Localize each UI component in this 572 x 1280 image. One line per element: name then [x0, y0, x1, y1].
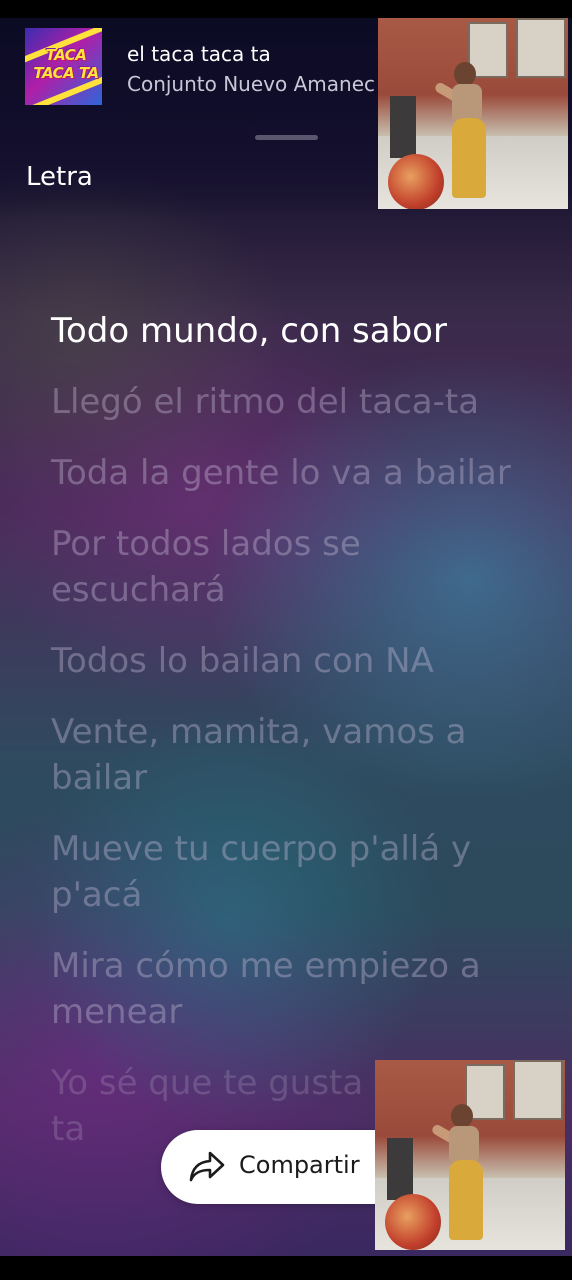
section-title: Letra: [26, 162, 93, 192]
lyric-line[interactable]: Todos lo bailan con NA: [51, 638, 521, 684]
video-stove: [387, 1138, 413, 1200]
song-title[interactable]: el taca taca ta: [127, 42, 271, 66]
video-overlay-bottom[interactable]: [375, 1060, 565, 1250]
video-person-head: [451, 1104, 473, 1128]
video-window: [516, 18, 566, 78]
album-art-text-2: TACA TA: [33, 64, 99, 82]
video-person-legs: [452, 118, 486, 198]
lyric-line[interactable]: Todo mundo, con sabor: [51, 308, 521, 354]
album-art[interactable]: TACA TACA TA: [25, 28, 102, 105]
lyric-line[interactable]: Llegó el ritmo del taca-ta: [51, 379, 521, 425]
video-stove: [390, 96, 416, 158]
album-art-text-1: TACA: [45, 46, 87, 64]
share-arrow-icon: [189, 1151, 225, 1182]
drag-handle[interactable]: [255, 135, 318, 140]
video-window: [513, 1060, 563, 1120]
share-label: Compartir: [239, 1151, 360, 1179]
video-ball: [385, 1194, 441, 1250]
lyric-line[interactable]: Por todos lados se escuchará: [51, 521, 521, 613]
lyric-line[interactable]: Mueve tu cuerpo p'allá y p'acá: [51, 826, 521, 918]
lyric-line[interactable]: Vente, mamita, vamos a bailar: [51, 709, 521, 801]
song-artist[interactable]: Conjunto Nuevo Amanec: [127, 72, 375, 96]
video-overlay[interactable]: [378, 18, 568, 209]
video-person-legs: [449, 1160, 483, 1240]
lyrics-list: Todo mundo, con sabor Llegó el ritmo del…: [51, 308, 521, 1177]
video-ball: [388, 154, 444, 209]
lyric-line[interactable]: Mira cómo me empiezo a menear: [51, 943, 521, 1035]
video-person-head: [454, 62, 476, 86]
lyric-line[interactable]: Toda la gente lo va a bailar: [51, 450, 521, 496]
